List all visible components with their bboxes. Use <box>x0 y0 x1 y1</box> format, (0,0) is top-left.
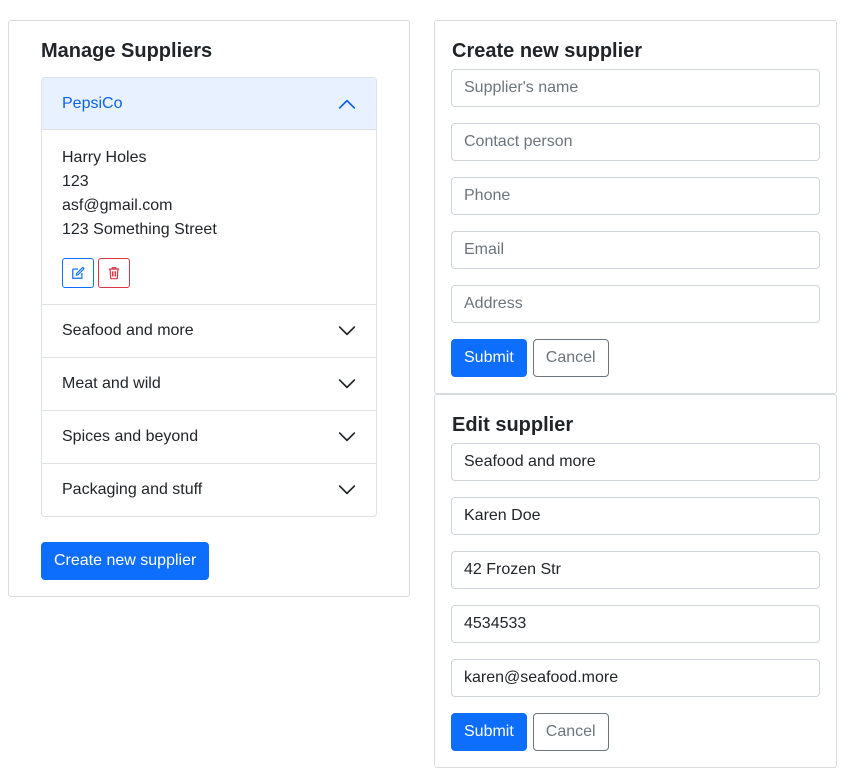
edit-supplier-card: Edit supplier Submit Cancel <box>434 394 837 768</box>
chevron-down-icon <box>338 326 356 336</box>
edit-supplier-name-input[interactable] <box>451 443 820 481</box>
accordion-item: PepsiCo Harry Holes 123 asf@gmail.com 12… <box>42 78 376 304</box>
create-supplier-title: Create new supplier <box>452 40 643 62</box>
accordion-header-meat[interactable]: Meat and wild <box>42 358 376 410</box>
manage-suppliers-card: Manage Suppliers PepsiCo Harry Holes 123… <box>8 20 410 597</box>
supplier-name: PepsiCo <box>62 94 123 112</box>
supplier-address: 123 Something Street <box>62 221 217 238</box>
edit-phone-input[interactable] <box>451 605 820 643</box>
manage-suppliers-title: Manage Suppliers <box>41 40 213 62</box>
pencil-square-icon <box>72 266 85 279</box>
accordion-header-packaging[interactable]: Packaging and stuff <box>42 464 376 516</box>
address-input[interactable] <box>451 285 820 323</box>
trash-icon <box>108 267 120 280</box>
submit-button[interactable]: Submit <box>451 713 527 751</box>
create-supplier-card: Create new supplier Submit Cancel <box>434 20 837 394</box>
accordion-item: Seafood and more <box>42 304 376 357</box>
contact-person-input[interactable] <box>451 123 820 161</box>
chevron-down-icon <box>338 485 356 495</box>
supplier-contact: Harry Holes <box>62 149 147 166</box>
accordion-item: Meat and wild <box>42 357 376 410</box>
chevron-up-icon <box>338 99 356 109</box>
create-form-actions: Submit Cancel <box>451 339 609 377</box>
accordion-header-seafood[interactable]: Seafood and more <box>42 305 376 357</box>
supplier-actions <box>62 258 356 288</box>
accordion-item: Spices and beyond <box>42 410 376 463</box>
supplier-email: asf@gmail.com <box>62 197 173 214</box>
suppliers-accordion: PepsiCo Harry Holes 123 asf@gmail.com 12… <box>41 77 377 517</box>
edit-address-input[interactable] <box>451 551 820 589</box>
delete-supplier-button[interactable] <box>98 258 130 288</box>
accordion-header-pepsico[interactable]: PepsiCo <box>42 78 376 130</box>
supplier-name: Meat and wild <box>62 375 161 392</box>
submit-button[interactable]: Submit <box>451 339 527 377</box>
edit-supplier-title: Edit supplier <box>452 414 574 436</box>
create-new-supplier-button[interactable]: Create new supplier <box>41 542 210 580</box>
chevron-down-icon <box>338 379 356 389</box>
accordion-header-spices[interactable]: Spices and beyond <box>42 411 376 463</box>
email-input[interactable] <box>451 231 820 269</box>
accordion-item: Packaging and stuff <box>42 463 376 516</box>
edit-email-input[interactable] <box>451 659 820 697</box>
supplier-phone: 123 <box>62 173 89 190</box>
accordion-body: Harry Holes 123 asf@gmail.com 123 Someth… <box>42 130 376 304</box>
supplier-name: Spices and beyond <box>62 428 199 445</box>
supplier-name: Packaging and stuff <box>62 481 203 498</box>
chevron-down-icon <box>338 432 356 442</box>
edit-contact-person-input[interactable] <box>451 497 820 535</box>
edit-supplier-button[interactable] <box>62 258 94 288</box>
edit-form-actions: Submit Cancel <box>451 713 609 751</box>
cancel-button[interactable]: Cancel <box>532 713 609 751</box>
supplier-name: Seafood and more <box>62 322 194 339</box>
cancel-button[interactable]: Cancel <box>532 339 609 377</box>
supplier-name-input[interactable] <box>451 69 820 107</box>
phone-input[interactable] <box>451 177 820 215</box>
